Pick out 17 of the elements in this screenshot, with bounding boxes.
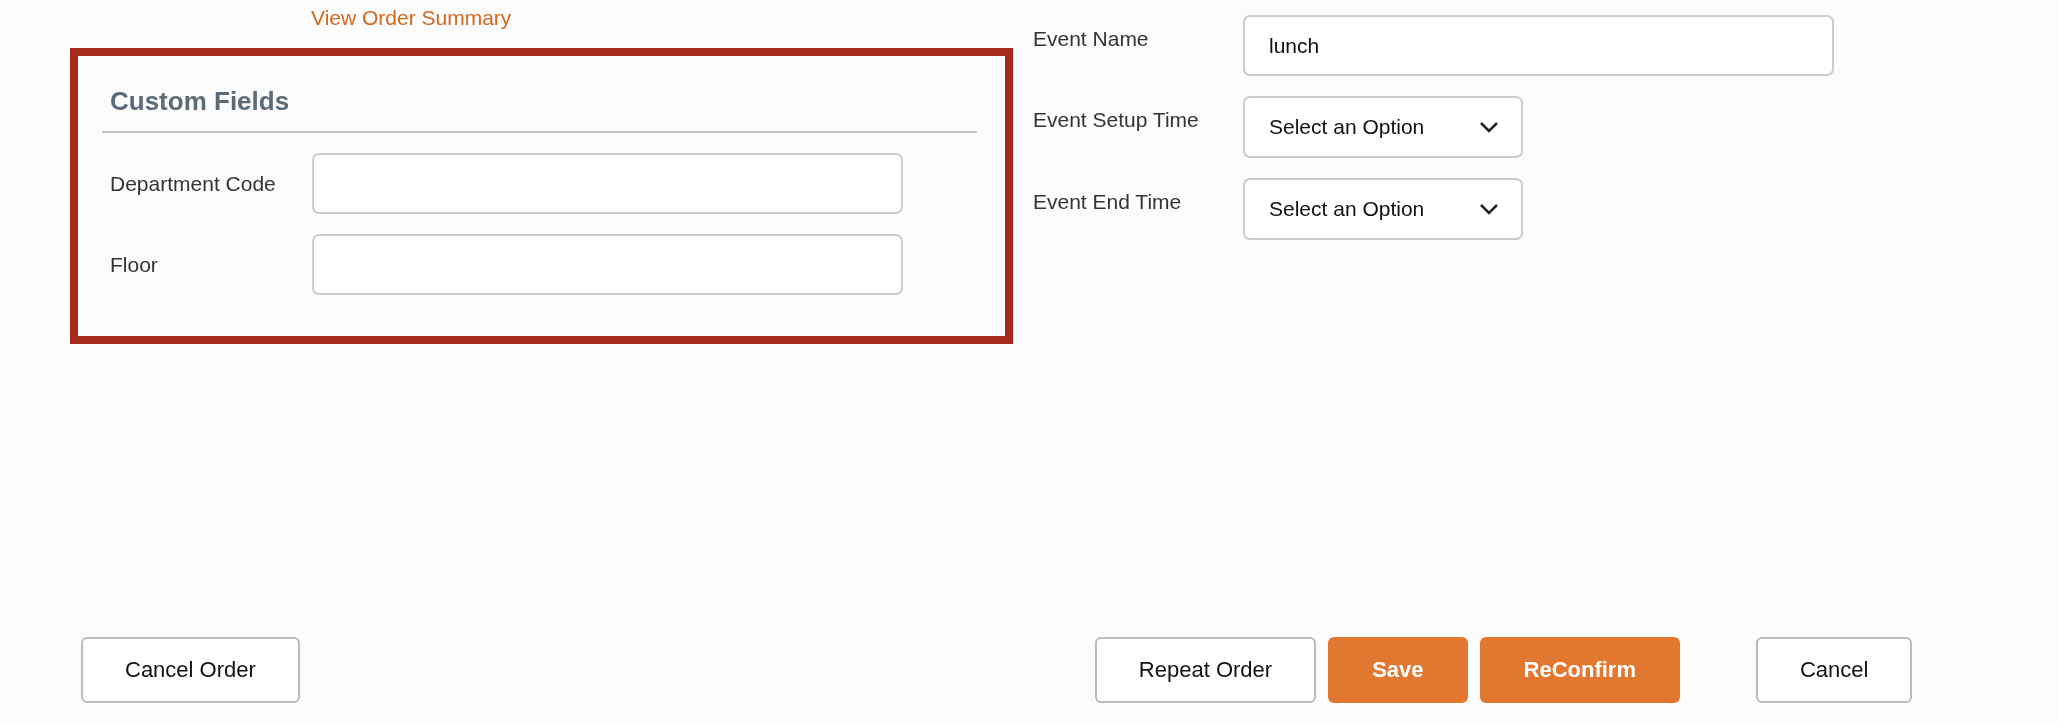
text-field[interactable] xyxy=(312,234,903,295)
field-label: Event Name xyxy=(1033,26,1150,51)
dropdown[interactable]: Select an Option xyxy=(1243,178,1523,240)
text-field[interactable] xyxy=(312,153,903,214)
field-label: Event End Time xyxy=(1033,189,1183,214)
field-label: Event Setup Time xyxy=(1033,107,1200,132)
panel-title: Custom Fields xyxy=(102,72,977,133)
secondary-button[interactable]: Cancel xyxy=(1756,637,1913,703)
dropdown[interactable]: Select an Option xyxy=(1243,96,1523,158)
chevron-down-icon xyxy=(1479,203,1499,215)
field-label: Floor xyxy=(109,252,159,277)
chevron-down-icon xyxy=(1479,121,1499,133)
secondary-button[interactable]: Repeat Order xyxy=(1094,637,1317,703)
order-summary-link[interactable]: View Order Summary xyxy=(311,6,512,40)
text-field[interactable]: lunch xyxy=(1243,15,1834,76)
field-label: Department Code xyxy=(109,171,277,196)
secondary-button[interactable]: Cancel Order xyxy=(81,637,300,703)
